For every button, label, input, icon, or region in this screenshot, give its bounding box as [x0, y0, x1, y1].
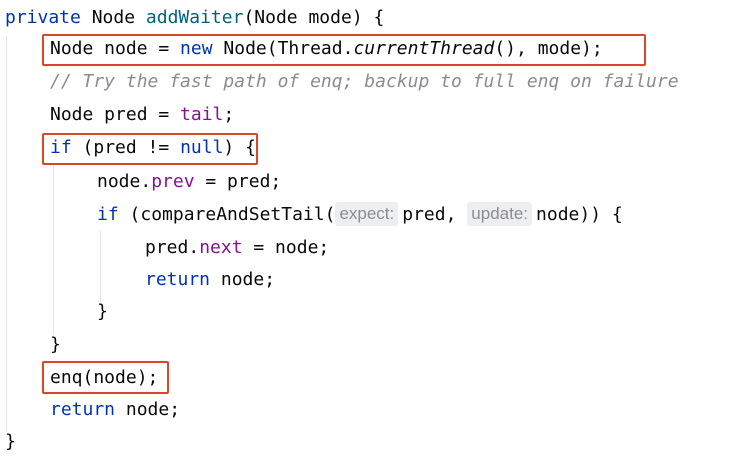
arg-node: node)) {	[536, 204, 623, 225]
code-line-pred-assign: Node pred = tail;	[50, 99, 234, 131]
field-prev: prev	[151, 171, 195, 192]
keyword-return: return	[50, 399, 116, 420]
param-hint-expect: expect:	[335, 202, 399, 226]
code-line-close-brace: }	[97, 301, 108, 322]
return-value: node;	[115, 399, 181, 420]
code-line-pred-next: pred.next = node;	[145, 232, 329, 264]
semicolon: ;	[223, 104, 235, 125]
highlight-box-node-creation	[42, 34, 646, 66]
code-line-comment: // Try the fast path of enq; backup to f…	[50, 71, 679, 92]
indent-guide	[53, 165, 54, 335]
method-params: (Node mode) {	[243, 7, 385, 28]
method-name: addWaiter	[145, 7, 244, 28]
cas-call-open: (compareAndSetTail(	[118, 204, 336, 225]
keyword-return: return	[145, 269, 211, 290]
assign-pred: = pred;	[194, 171, 282, 192]
pred-ref: pred.	[145, 237, 200, 258]
code-line-cas-tail: if (compareAndSetTail(expect: pred, updat…	[97, 199, 623, 231]
arg-pred: pred,	[402, 204, 468, 225]
code-line-method-close: }	[5, 431, 16, 452]
code-line-return-inner: return node;	[145, 264, 275, 296]
return-type: Node	[91, 7, 136, 28]
param-hint-update: update:	[467, 202, 533, 226]
keyword-private: private	[5, 7, 81, 28]
code-line-close-brace: }	[50, 334, 61, 355]
pred-declaration: Node pred =	[50, 104, 181, 125]
highlight-box-enq-call	[42, 361, 169, 394]
indent-guide	[100, 230, 101, 305]
keyword-if: if	[97, 204, 119, 225]
field-next: next	[199, 237, 243, 258]
code-editor[interactable]: private Node addWaiter(Node mode) { Node…	[0, 0, 735, 464]
indent-guide	[6, 36, 7, 432]
code-line-return-outer: return node;	[50, 394, 180, 426]
code-line-method-signature: private Node addWaiter(Node mode) {	[5, 2, 384, 34]
highlight-box-if-condition	[42, 133, 258, 165]
code-line-node-prev: node.prev = pred;	[97, 166, 281, 198]
node-ref: node.	[97, 171, 152, 192]
assign-node: = node;	[242, 237, 330, 258]
field-tail: tail	[180, 104, 224, 125]
return-value: node;	[210, 269, 276, 290]
